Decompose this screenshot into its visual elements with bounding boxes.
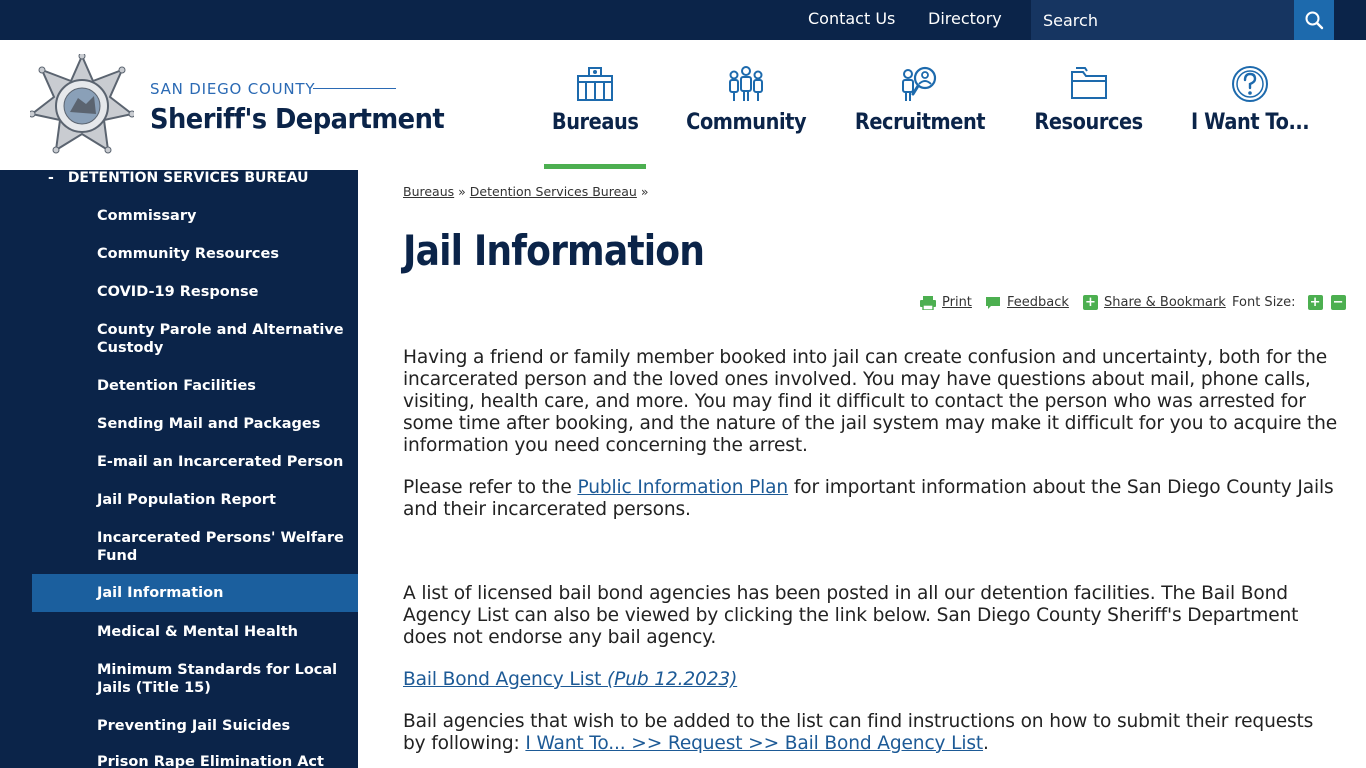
share-bookmark-link[interactable]: Share & Bookmark bbox=[1104, 295, 1226, 310]
site-header: SAN DIEGO COUNTY Sheriff's Department Bu… bbox=[0, 40, 1366, 170]
sidebar-item-medical-mental-health[interactable]: Medical & Mental Health bbox=[32, 623, 358, 641]
sidebar-parent-label: DETENTION SERVICES BUREAU bbox=[67, 170, 309, 186]
nav-i-want-to[interactable]: I Want To... bbox=[1185, 40, 1315, 170]
bail-request-paragraph: Bail agencies that wish to be added to t… bbox=[403, 711, 1338, 755]
nav-recruitment-label: Recruitment bbox=[854, 110, 986, 135]
sidebar-item-email-incarcerated[interactable]: E-mail an Incarcerated Person bbox=[32, 453, 358, 471]
sheriff-star-badge-icon[interactable] bbox=[30, 54, 134, 154]
font-decrease-button[interactable]: − bbox=[1330, 295, 1346, 310]
nav-community[interactable]: Community bbox=[681, 40, 811, 170]
speech-bubble-icon bbox=[986, 296, 1000, 309]
search-input[interactable] bbox=[1031, 0, 1294, 40]
search-button[interactable] bbox=[1294, 0, 1334, 40]
county-name: SAN DIEGO COUNTY bbox=[150, 80, 316, 98]
nav-i-want-to-label: I Want To... bbox=[1190, 110, 1310, 135]
sidebar-item-preventing-suicides[interactable]: Preventing Jail Suicides bbox=[32, 717, 358, 735]
intro-paragraph: Having a friend or family member booked … bbox=[403, 347, 1338, 456]
sidebar-nav: - DETENTION SERVICES BUREAU Commissary Co… bbox=[0, 170, 358, 768]
nav-bureaus-label: Bureaus bbox=[551, 110, 639, 135]
contact-us-link[interactable]: Contact Us bbox=[808, 9, 895, 28]
bail-link-text: Bail Bond Agency List bbox=[403, 669, 608, 690]
people-icon bbox=[729, 66, 763, 101]
folder-icon bbox=[1071, 67, 1107, 99]
sidebar-item-minimum-standards[interactable]: Minimum Standards for Local Jails (Title… bbox=[32, 661, 358, 697]
sidebar-item-welfare-fund[interactable]: Incarcerated Persons' Welfare Fund bbox=[32, 529, 358, 565]
nav-resources[interactable]: Resources bbox=[1029, 40, 1149, 170]
page-title: Jail Information bbox=[403, 226, 705, 275]
bail-request-link[interactable]: I Want To... >> Request >> Bail Bond Age… bbox=[525, 733, 983, 754]
building-icon bbox=[577, 67, 613, 101]
sidebar-parent-detention-services[interactable]: - DETENTION SERVICES BUREAU bbox=[48, 170, 309, 186]
collapse-marker: - bbox=[48, 170, 54, 186]
sidebar-item-county-parole[interactable]: County Parole and Alternative Custody bbox=[32, 321, 358, 357]
search-icon bbox=[1305, 11, 1324, 30]
public-information-plan-link[interactable]: Public Information Plan bbox=[577, 477, 788, 498]
info-plan-paragraph: Please refer to the Public Information P… bbox=[403, 477, 1338, 521]
breadcrumb-bureaus[interactable]: Bureaus bbox=[403, 184, 454, 199]
question-icon bbox=[1232, 66, 1268, 102]
nav-community-label: Community bbox=[686, 110, 806, 135]
bail-bond-agency-list-link[interactable]: Bail Bond Agency List (Pub 12.2023) bbox=[403, 669, 737, 690]
feedback-link[interactable]: Feedback bbox=[1007, 295, 1069, 310]
county-divider bbox=[313, 88, 396, 89]
bail-bond-paragraph: A list of licensed bail bond agencies ha… bbox=[403, 583, 1299, 648]
font-size-tool: Font Size: + − bbox=[1232, 295, 1346, 310]
sidebar-item-jail-information[interactable]: Jail Information bbox=[32, 574, 358, 612]
nav-bureaus[interactable]: Bureaus bbox=[545, 40, 645, 170]
feedback-tool[interactable]: Feedback bbox=[985, 295, 1069, 310]
breadcrumb: Bureaus » Detention Services Bureau » bbox=[403, 184, 649, 199]
print-tool[interactable]: Print bbox=[920, 295, 972, 310]
nav-recruitment[interactable]: Recruitment bbox=[850, 40, 990, 170]
breadcrumb-separator: » bbox=[640, 184, 649, 199]
printer-icon bbox=[920, 295, 936, 310]
recruit-search-icon bbox=[902, 66, 937, 101]
nav-resources-label: Resources bbox=[1034, 110, 1144, 135]
bail-list-paragraph: Bail Bond Agency List (Pub 12.2023) bbox=[403, 669, 1338, 691]
sidebar-item-detention-facilities[interactable]: Detention Facilities bbox=[32, 377, 358, 395]
sidebar-item-jail-population-report[interactable]: Jail Population Report bbox=[32, 491, 358, 509]
info-plan-text-before: Please refer to the bbox=[403, 477, 578, 498]
utility-bar: Contact Us Directory bbox=[0, 0, 1366, 40]
plus-icon: + bbox=[1083, 295, 1098, 310]
font-increase-button[interactable]: + bbox=[1307, 295, 1323, 310]
bail-link-pub: (Pub 12.2023) bbox=[607, 669, 738, 690]
share-tool[interactable]: + Share & Bookmark bbox=[1083, 295, 1226, 310]
sidebar-item-community-resources[interactable]: Community Resources bbox=[32, 245, 358, 263]
font-size-label: Font Size: bbox=[1232, 295, 1296, 310]
nav-active-indicator bbox=[544, 164, 646, 169]
sidebar-item-prison-rape-elimination[interactable]: Prison Rape Elimination Act bbox=[32, 753, 358, 768]
bail-request-text-after: . bbox=[983, 733, 989, 754]
directory-link[interactable]: Directory bbox=[928, 9, 1002, 28]
sidebar-item-commissary[interactable]: Commissary bbox=[32, 207, 358, 225]
sidebar-item-covid-19-response[interactable]: COVID-19 Response bbox=[32, 283, 358, 301]
print-link[interactable]: Print bbox=[942, 295, 972, 310]
breadcrumb-separator: » bbox=[458, 184, 466, 199]
department-name[interactable]: Sheriff's Department bbox=[150, 102, 445, 135]
breadcrumb-detention-services[interactable]: Detention Services Bureau bbox=[470, 184, 637, 199]
sidebar-item-sending-mail[interactable]: Sending Mail and Packages bbox=[32, 415, 358, 433]
